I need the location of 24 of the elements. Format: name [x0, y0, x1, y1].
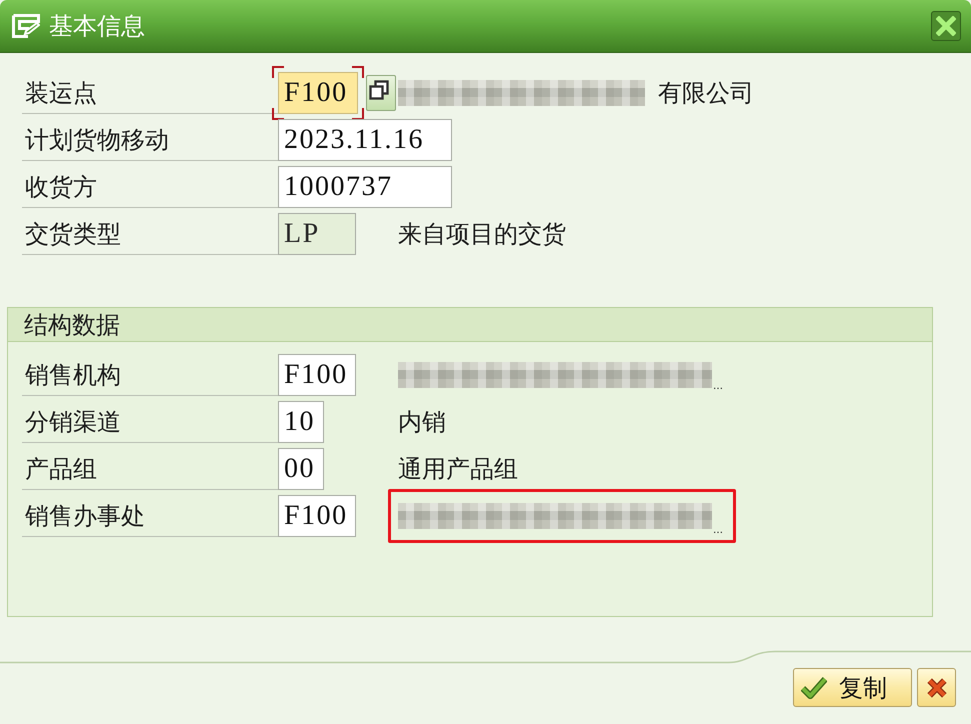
description-text: 内销: [398, 407, 446, 438]
input-field[interactable]: 00: [278, 448, 324, 490]
input-field[interactable]: 1000737: [278, 166, 452, 208]
input-field[interactable]: 10: [278, 401, 324, 443]
description-text: …: [713, 525, 723, 536]
input-field[interactable]: F100: [278, 495, 356, 537]
description-text: 有限公司: [658, 78, 754, 109]
description-text: …: [713, 381, 723, 392]
edit-form-icon: [12, 14, 40, 38]
input-field[interactable]: F100: [278, 72, 358, 114]
overlapping-squares-icon: [369, 80, 389, 100]
group-title: 结构数据: [24, 310, 120, 340]
close-icon: [936, 16, 956, 36]
field-action-button[interactable]: [366, 75, 396, 111]
window-title: 基本信息: [49, 11, 146, 42]
description-text: 通用产品组: [398, 454, 518, 485]
description-text: 来自项目的交货: [398, 219, 566, 250]
close-button[interactable]: [931, 11, 961, 41]
checkmark-icon: [801, 676, 827, 699]
input-field[interactable]: F100: [278, 354, 356, 396]
close-icon: [926, 676, 948, 698]
confirm-button[interactable]: 复制: [793, 668, 912, 707]
input-field[interactable]: 2023.11.16: [278, 119, 452, 161]
cancel-button[interactable]: [917, 668, 956, 707]
